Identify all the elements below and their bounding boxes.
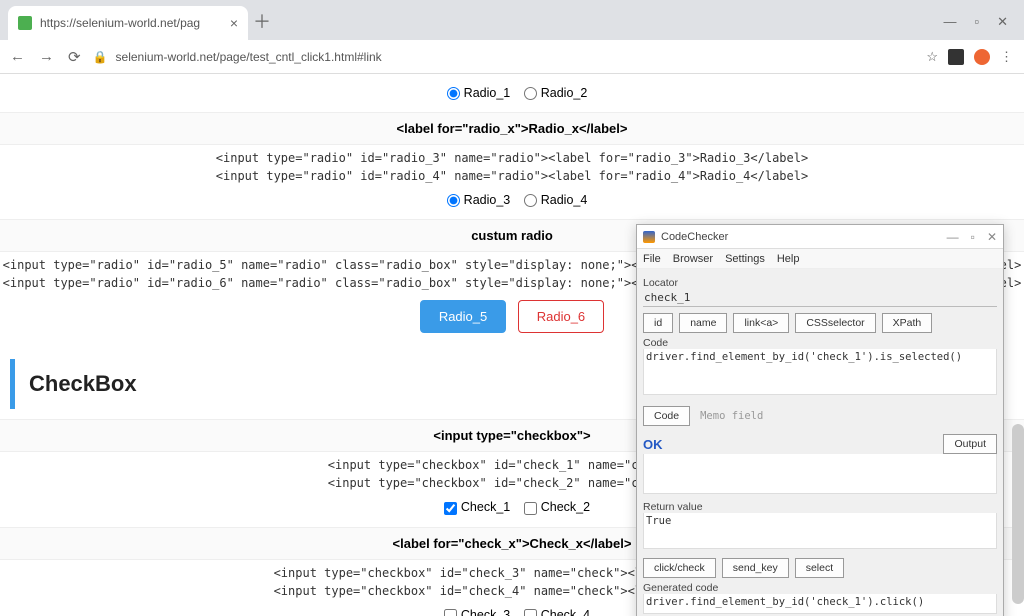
code-radio-4: <input type="radio" id="radio_4" name="r…: [0, 167, 1024, 185]
window-close-icon[interactable]: ✕: [997, 14, 1008, 30]
check-4-label: Check_4: [541, 608, 590, 616]
profile-avatar-icon[interactable]: [974, 49, 990, 65]
page-viewport: Radio_1 Radio_2 <label for="radio_x">Rad…: [0, 74, 1024, 616]
cc-maximize-icon[interactable]: ▫: [971, 230, 975, 244]
radio-1[interactable]: [447, 87, 460, 100]
nav-back-icon[interactable]: ←: [10, 48, 25, 66]
cc-xpath-button[interactable]: XPath: [882, 313, 933, 333]
cc-link-button[interactable]: link<a>: [733, 313, 789, 333]
radio-3[interactable]: [447, 194, 460, 207]
cc-close-icon[interactable]: ✕: [987, 230, 997, 244]
cc-generated-textarea[interactable]: driver.find_element_by_id('check_1').cli…: [643, 594, 997, 614]
cc-menu-file[interactable]: File: [643, 253, 661, 265]
codechecker-window: CodeChecker — ▫ ✕ File Browser Settings …: [636, 224, 1004, 616]
cc-cssselector-button[interactable]: CSSselector: [795, 313, 875, 333]
extension-icon[interactable]: [948, 49, 964, 65]
cc-code-textarea[interactable]: driver.find_element_by_id('check_1').is_…: [643, 349, 997, 395]
tab-title: https://selenium-world.net/pag: [40, 16, 200, 30]
menu-dots-icon[interactable]: ⋮: [1000, 49, 1014, 65]
codechecker-title: CodeChecker: [661, 231, 941, 243]
radio-1-label: Radio_1: [464, 86, 511, 100]
cc-output-button[interactable]: Output: [943, 434, 997, 454]
check-3[interactable]: [444, 609, 457, 616]
codechecker-menubar: File Browser Settings Help: [637, 249, 1003, 269]
bookmark-star-icon[interactable]: ☆: [926, 49, 938, 65]
cc-ok-status: OK: [643, 437, 663, 452]
window-minimize-icon[interactable]: —: [943, 14, 956, 30]
check-1[interactable]: [444, 502, 457, 515]
cc-menu-settings[interactable]: Settings: [725, 253, 765, 265]
check-1-label: Check_1: [461, 500, 510, 514]
section-head-label-radio-x: <label for="radio_x">Radio_x</label>: [0, 112, 1024, 145]
cc-minimize-icon[interactable]: —: [947, 230, 959, 244]
new-tab-button[interactable]: ＋: [248, 8, 276, 40]
cc-locator-label: Locator: [643, 277, 997, 289]
code-radio-3: <input type="radio" id="radio_3" name="r…: [0, 149, 1024, 167]
radio-group-12: Radio_1 Radio_2: [0, 78, 1024, 108]
codechecker-titlebar[interactable]: CodeChecker — ▫ ✕: [637, 225, 1003, 249]
check-2-label: Check_2: [541, 500, 590, 514]
browser-tabstrip: https://selenium-world.net/pag × ＋ — ▫ ✕: [0, 0, 1024, 40]
check-4[interactable]: [524, 609, 537, 616]
radio-2-label: Radio_2: [541, 86, 588, 100]
cc-menu-browser[interactable]: Browser: [673, 253, 713, 265]
nav-reload-icon[interactable]: ⟳: [68, 48, 81, 66]
cc-return-textarea[interactable]: True: [643, 513, 997, 549]
browser-tab[interactable]: https://selenium-world.net/pag ×: [8, 6, 248, 40]
cc-id-button[interactable]: id: [643, 313, 673, 333]
cc-clickcheck-button[interactable]: click/check: [643, 558, 716, 578]
nav-forward-icon[interactable]: →: [39, 48, 54, 66]
favicon-icon: [18, 16, 32, 30]
radio-group-34: Radio_3 Radio_4: [0, 185, 1024, 215]
url-text: selenium-world.net/page/test_cntl_click1…: [116, 50, 382, 64]
radio-2[interactable]: [524, 87, 537, 100]
cc-code-button[interactable]: Code: [643, 406, 690, 426]
cc-generated-label: Generated code: [643, 582, 997, 594]
url-input[interactable]: 🔒 selenium-world.net/page/test_cntl_clic…: [93, 50, 915, 64]
cc-code-label: Code: [643, 337, 997, 349]
cc-select-button[interactable]: select: [795, 558, 844, 578]
lock-icon: 🔒: [93, 50, 108, 64]
check-2[interactable]: [524, 502, 537, 515]
cc-locator-input[interactable]: [643, 289, 997, 307]
cc-name-button[interactable]: name: [679, 313, 727, 333]
window-controls: — ▫ ✕: [943, 14, 1024, 40]
cc-menu-help[interactable]: Help: [777, 253, 800, 265]
radio-3-label: Radio_3: [464, 193, 511, 207]
window-maximize-icon[interactable]: ▫: [974, 14, 979, 30]
cc-sendkey-button[interactable]: send_key: [722, 558, 789, 578]
cc-output-textarea[interactable]: [643, 454, 997, 494]
custom-radio-6-button[interactable]: Radio_6: [518, 300, 604, 333]
tab-close-icon[interactable]: ×: [230, 15, 238, 31]
address-bar: ← → ⟳ 🔒 selenium-world.net/page/test_cnt…: [0, 40, 1024, 74]
check-3-label: Check_3: [461, 608, 510, 616]
codechecker-app-icon: [643, 231, 655, 243]
cc-return-label: Return value: [643, 501, 997, 513]
scrollbar-thumb[interactable]: [1012, 424, 1024, 604]
radio-4-label: Radio_4: [541, 193, 588, 207]
cc-memo-field[interactable]: Memo field: [700, 410, 997, 422]
custom-radio-5-button[interactable]: Radio_5: [420, 300, 506, 333]
radio-4[interactable]: [524, 194, 537, 207]
